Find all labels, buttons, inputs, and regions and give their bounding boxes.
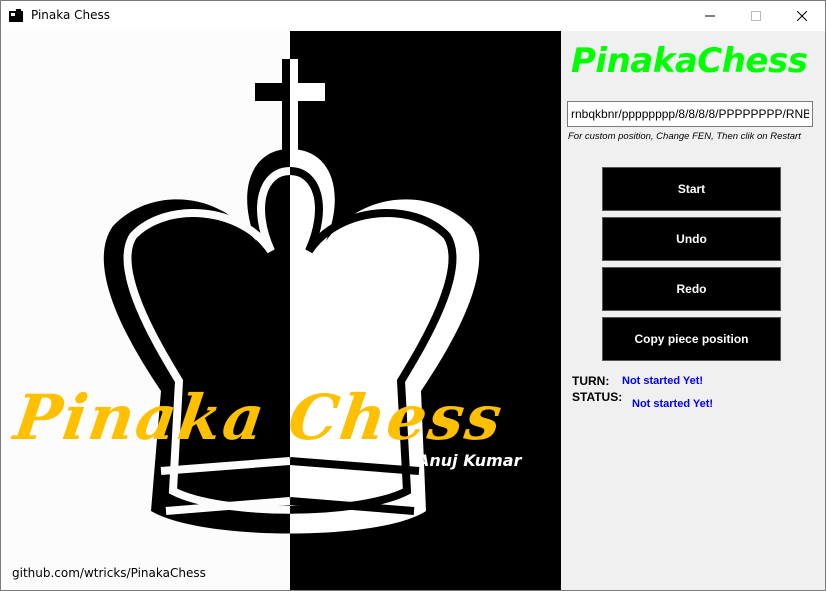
splash-title: Pinaka Chess xyxy=(9,381,508,454)
brand-title: PinakaChess xyxy=(571,41,808,81)
title-bar[interactable]: Pinaka Chess xyxy=(1,1,825,31)
maximize-button[interactable] xyxy=(733,1,779,31)
maximize-icon xyxy=(751,11,761,21)
turn-value: Not started Yet! xyxy=(622,375,704,387)
undo-button[interactable]: Undo xyxy=(602,217,781,261)
copy-position-button[interactable]: Copy piece position xyxy=(602,317,781,361)
splash-board: Pinaka Chess Anuj Kumar github.com/wtric… xyxy=(1,31,561,590)
app-window: Pinaka Chess Pinaka Chess Anuj Kumar git… xyxy=(0,0,826,591)
status-label: STATUS: xyxy=(572,390,623,404)
chess-king-artwork xyxy=(1,31,561,590)
window-title: Pinaka Chess xyxy=(31,8,111,22)
fen-hint: For custom position, Change FEN, Then cl… xyxy=(568,131,801,142)
turn-label: TURN: xyxy=(572,374,610,388)
minimize-icon xyxy=(705,15,715,17)
start-button[interactable]: Start xyxy=(602,167,781,211)
close-icon xyxy=(797,11,807,21)
control-panel: PinakaChess For custom position, Change … xyxy=(561,31,825,590)
minimize-button[interactable] xyxy=(687,1,733,31)
github-link[interactable]: github.com/wtricks/PinakaChess xyxy=(12,566,206,580)
close-button[interactable] xyxy=(779,1,825,31)
status-value: Not started Yet! xyxy=(632,398,714,410)
splash-author: Anuj Kumar xyxy=(417,451,522,470)
app-logo-icon xyxy=(9,9,23,22)
fen-input[interactable] xyxy=(567,101,813,127)
redo-button[interactable]: Redo xyxy=(602,267,781,311)
